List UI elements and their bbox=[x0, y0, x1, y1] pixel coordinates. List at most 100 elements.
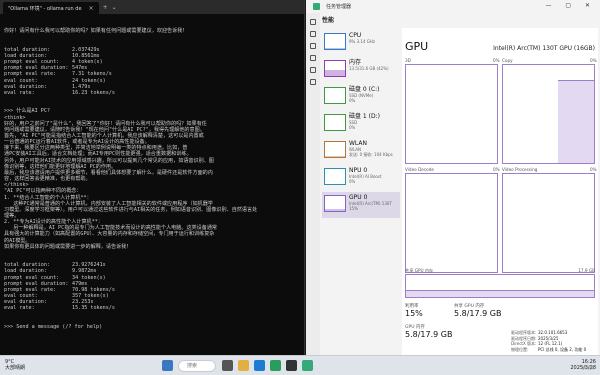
gpu-title: GPU bbox=[405, 40, 429, 53]
gpu-mem-value: 5.8/17.9 GB bbox=[405, 330, 453, 339]
property-row: 物理位置: PCI 总线 0, 设备 2, 功能 0 bbox=[511, 347, 586, 353]
resource-text: 磁盘 1 (D:) SSD 0% bbox=[349, 111, 380, 131]
performance-icon[interactable] bbox=[310, 43, 316, 49]
gpu-model: Intel(R) Arc(TM) 130T GPU (16GB) bbox=[493, 45, 595, 52]
store-icon[interactable] bbox=[270, 360, 281, 371]
startup-icon[interactable] bbox=[310, 67, 316, 73]
resource-sub: Intel(R) AI Boost 0% bbox=[349, 173, 382, 185]
resource-thumbnail bbox=[324, 33, 346, 50]
task-manager-window: 任务管理器 — ▢ ✕ 性能 CPU 9% 3.14 GHz 内存 13.5/31.6… bbox=[306, 0, 600, 355]
graph-box bbox=[502, 173, 595, 273]
tab-menu-icon[interactable]: ⌄ bbox=[112, 4, 117, 11]
terminal-icon[interactable] bbox=[286, 360, 297, 371]
terminal-tab[interactable]: "Ollama 环境" - ollama run de × bbox=[3, 2, 99, 14]
shared-value: 5.8/17.9 GB bbox=[454, 309, 502, 318]
resource-text: WLAN WLAN 发送: 0 接收: 104 Kbps bbox=[349, 138, 393, 158]
resource-item[interactable]: 磁盘 1 (D:) SSD 0% bbox=[322, 111, 400, 137]
terminal-prompt[interactable]: >>> Send a message (/? for help) bbox=[4, 324, 300, 330]
shared-mem-graph bbox=[405, 274, 595, 298]
property-key: 驱动程序版本: bbox=[511, 330, 537, 335]
resource-item[interactable]: CPU 9% 3.14 GHz bbox=[322, 30, 400, 56]
task-manager-titlebar: 任务管理器 — ▢ ✕ bbox=[306, 0, 600, 13]
terminal-tab-title: "Ollama 环境" - ollama run de bbox=[8, 5, 82, 12]
graph-box bbox=[405, 64, 498, 164]
search-box[interactable]: 搜索 bbox=[178, 360, 216, 372]
window-controls[interactable]: — ▢ ✕ bbox=[545, 2, 596, 9]
resource-item[interactable]: 内存 13.5/31.6 GB (42%) bbox=[322, 57, 400, 83]
graph-percent: 0% bbox=[493, 58, 500, 63]
stat-key: eval rate: bbox=[4, 305, 35, 312]
task-manager-icon[interactable] bbox=[302, 360, 313, 371]
resource-sub: SSD 0% bbox=[349, 119, 358, 131]
window-title: 任务管理器 bbox=[326, 4, 352, 10]
resource-text: NPU 0 Intel(R) AI Boost 0% bbox=[349, 165, 382, 185]
shared-mem-max: 17.9 GB bbox=[578, 268, 595, 273]
start-icon[interactable] bbox=[162, 360, 173, 371]
resource-sub: SSD (NVMe) 0% bbox=[349, 92, 374, 104]
stat-value: 15.35 tokens/s bbox=[72, 305, 115, 312]
resource-item[interactable]: NPU 0 Intel(R) AI Boost 0% bbox=[322, 165, 400, 191]
terminal-output[interactable]: 你好！请问有什么我可以帮助你的吗？如果有任何问题或需要建议，欢迎告诉我！ tot… bbox=[0, 14, 304, 354]
graph-percent: 0% bbox=[590, 58, 597, 63]
watermark: 快科技 bbox=[582, 365, 594, 370]
terminal-window[interactable]: "Ollama 环境" - ollama run de × + ⌄ 你好！请问有… bbox=[0, 0, 305, 355]
resource-item[interactable]: WLAN WLAN 发送: 0 接收: 104 Kbps bbox=[322, 138, 400, 164]
resource-sub: WLAN 发送: 0 接收: 104 Kbps bbox=[349, 146, 393, 158]
sidebar bbox=[306, 13, 320, 355]
resource-list: CPU 9% 3.14 GHz 内存 13.5/31.6 GB (42%) 磁盘 0 (… bbox=[322, 30, 400, 219]
resource-text: 内存 13.5/31.6 GB (42%) bbox=[349, 57, 389, 71]
file-explorer-icon[interactable] bbox=[238, 360, 249, 371]
graph-label: Video Decode bbox=[405, 167, 434, 172]
menu-icon[interactable] bbox=[310, 19, 316, 25]
resource-thumbnail bbox=[324, 114, 346, 131]
resource-thumbnail bbox=[324, 87, 346, 104]
resource-thumbnail bbox=[324, 60, 346, 77]
resource-sub: 13.5/31.6 GB (42%) bbox=[349, 65, 389, 71]
graph-box bbox=[502, 64, 595, 164]
resource-thumbnail-fill bbox=[325, 208, 345, 211]
processes-icon[interactable] bbox=[310, 31, 316, 37]
graph-box bbox=[405, 173, 498, 273]
task-view-icon[interactable] bbox=[222, 360, 233, 371]
shared-mem-fill bbox=[406, 289, 594, 297]
gpu-panel: GPU Intel(R) Arc(TM) 130T GPU (16GB) 3D 0… bbox=[402, 28, 598, 355]
gpu-properties: 驱动程序版本: 32.0.101.6653 驱动程序日期: 2025/3/25 Dire… bbox=[511, 330, 586, 353]
graph-percent: 0% bbox=[493, 167, 500, 172]
property-key: 驱动程序日期: bbox=[511, 335, 537, 341]
users-icon[interactable] bbox=[310, 79, 316, 85]
resource-text: CPU 9% 3.14 GHz bbox=[349, 30, 375, 44]
terminal-stats-1: total duration: 2.037429s load duration: 10… bbox=[4, 47, 300, 96]
resource-sub: 9% 3.14 GHz bbox=[349, 38, 376, 44]
property-value: PCI 总线 0, 设备 2, 功能 0 bbox=[538, 346, 587, 352]
resource-text: 磁盘 0 (C:) SSD (NVMe) 0% bbox=[349, 84, 380, 104]
edge-icon[interactable] bbox=[254, 360, 265, 371]
resource-item[interactable]: GPU 0 Intel(R) Arc(TM) 130T 15% bbox=[322, 192, 400, 218]
resource-sub: Intel(R) Arc(TM) 130T 15% bbox=[349, 200, 392, 212]
graph-fill bbox=[557, 79, 594, 163]
graph-label: 3D bbox=[405, 58, 411, 63]
close-icon[interactable]: × bbox=[89, 5, 94, 12]
property-key: DirectX 版本: bbox=[511, 341, 537, 346]
resource-text: GPU 0 Intel(R) Arc(TM) 130T 15% bbox=[349, 192, 392, 212]
stat-value: 16.23 tokens/s bbox=[72, 89, 115, 96]
terminal-lines-top: 你好！请问有什么我可以帮助你的吗？如果有任何问题或需要建议，欢迎告诉我！ bbox=[4, 28, 300, 34]
weather-desc: 大部晴朗 bbox=[5, 365, 26, 371]
terminal-line: 如果你有更具体的问题或需要进一步的解释，请告诉我！ bbox=[4, 243, 132, 250]
section-title: 性能 bbox=[322, 17, 335, 24]
terminal-line: 你好！请问有什么我可以帮助你的吗？如果有任何问题或需要建议，欢迎告诉我！ bbox=[4, 28, 188, 35]
new-tab-button[interactable]: + bbox=[103, 4, 108, 11]
taskbar: 9°C 大部晴朗 搜索 16:26 2025/3/28 bbox=[0, 355, 600, 375]
terminal-stats-2: total duration: 23.9276241s load duration:… bbox=[4, 262, 300, 311]
terminal-tab-bar: "Ollama 环境" - ollama run de × + ⌄ bbox=[0, 0, 304, 14]
stat-key: eval rate: bbox=[4, 89, 35, 96]
resource-thumbnail bbox=[324, 168, 346, 185]
graph-label: Copy bbox=[502, 58, 513, 63]
weather-widget[interactable]: 9°C 大部晴朗 bbox=[5, 359, 25, 371]
graph-label: Video Processing bbox=[502, 167, 538, 172]
resource-item[interactable]: 磁盘 0 (C:) SSD (NVMe) 0% bbox=[322, 84, 400, 110]
terminal-line: 习模型、深度学习框架等）。用户可以通过这些软件进行与AI相关的任务，例如语音识别… bbox=[4, 206, 258, 213]
resource-name: 磁盘 1 (D:) bbox=[349, 113, 380, 120]
task-manager-icon bbox=[313, 3, 320, 10]
app-history-icon[interactable] bbox=[310, 55, 316, 61]
stat-row: eval rate: 15.35 tokens/s bbox=[4, 305, 300, 311]
